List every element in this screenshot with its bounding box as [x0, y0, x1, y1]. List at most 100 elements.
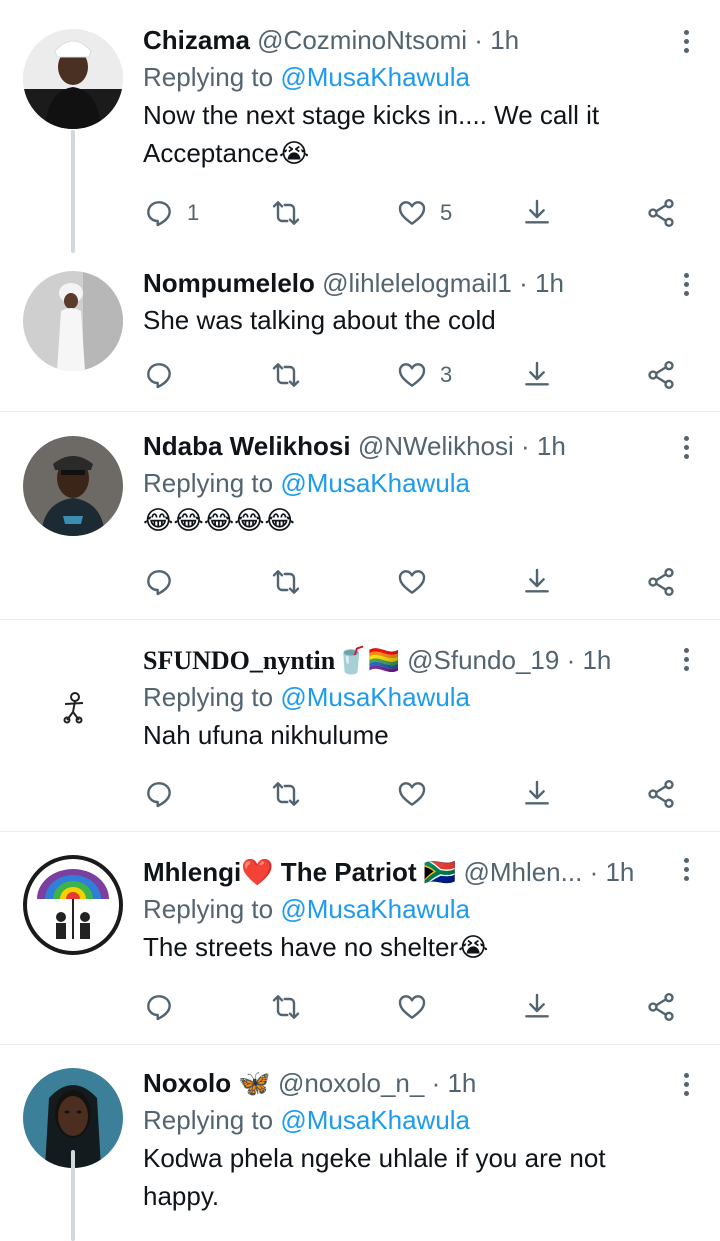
- retweet-icon: [272, 570, 300, 594]
- reply-count: 1: [187, 200, 200, 225]
- tweet-text: Kodwa phela ngeke uhlale if you are not …: [143, 1143, 606, 1211]
- like-button[interactable]: 5: [396, 193, 452, 233]
- more-options-icon[interactable]: [682, 269, 690, 300]
- tweet-2[interactable]: Nompumelelo @lihlelelogmail1 · 1h She wa…: [0, 253, 720, 412]
- reply-button[interactable]: [143, 774, 175, 814]
- display-name[interactable]: Noxolo 🦋: [143, 1068, 271, 1098]
- save-button[interactable]: [521, 987, 553, 1027]
- more-options-icon[interactable]: [682, 1069, 690, 1100]
- save-button[interactable]: [521, 355, 553, 395]
- mention-link[interactable]: @MusaKhawula: [280, 894, 470, 924]
- display-name[interactable]: Nompumelelo: [143, 268, 315, 298]
- retweet-button[interactable]: [270, 987, 302, 1027]
- mention-link[interactable]: @MusaKhawula: [280, 1105, 470, 1135]
- tweet-1[interactable]: Chizama @CozminoNtsomi · 1h Replying to …: [0, 0, 720, 253]
- reply-button[interactable]: [143, 355, 175, 395]
- tweet-3[interactable]: Ndaba Welikhosi @NWelikhosi · 1h Replyin…: [0, 412, 720, 620]
- reply-icon: [147, 201, 171, 227]
- replying-to: Replying to @MusaKhawula: [143, 894, 471, 924]
- username[interactable]: @Sfundo_19: [407, 645, 559, 675]
- tweet-5[interactable]: Mhlengi❤️ The Patriot 🇿🇦 @Mhlen... · 1h …: [0, 832, 720, 1045]
- timestamp[interactable]: 1h: [582, 645, 611, 675]
- avatar[interactable]: [23, 29, 123, 129]
- more-options-icon[interactable]: [682, 854, 690, 885]
- retweet-icon: [272, 363, 300, 387]
- avatar[interactable]: [23, 436, 123, 536]
- reply-button[interactable]: [143, 987, 175, 1027]
- heart-icon: [398, 782, 426, 806]
- avatar[interactable]: [23, 271, 123, 371]
- timestamp[interactable]: 1h: [447, 1068, 476, 1098]
- tweet-4[interactable]: SFUNDO_nyntin🥤🏳️‍🌈 @Sfundo_19 · 1h Reply…: [0, 620, 720, 832]
- tweet-text: Now the next stage kicks in.... We call …: [143, 100, 600, 168]
- save-button[interactable]: [521, 562, 553, 602]
- retweet-icon: [272, 995, 300, 1019]
- like-button[interactable]: 3: [396, 355, 452, 395]
- retweet-button[interactable]: [270, 774, 302, 814]
- replying-to: Replying to @MusaKhawula: [143, 62, 471, 92]
- share-button[interactable]: [645, 774, 677, 814]
- download-icon: [525, 199, 549, 224]
- replying-to: Replying to @MusaKhawula: [143, 1105, 471, 1135]
- share-button[interactable]: [645, 562, 677, 602]
- like-button[interactable]: [396, 774, 428, 814]
- retweet-icon: [272, 201, 300, 225]
- tweet-text: 😂😂😂😂😂: [143, 506, 295, 536]
- more-options-icon[interactable]: [682, 26, 690, 57]
- username[interactable]: @NWelikhosi: [358, 431, 514, 461]
- mention-link[interactable]: @MusaKhawula: [280, 682, 470, 712]
- username[interactable]: @CozminoNtsomi: [257, 25, 467, 55]
- mention-link[interactable]: @MusaKhawula: [280, 62, 470, 92]
- timestamp[interactable]: 1h: [490, 25, 519, 55]
- share-icon: [648, 199, 674, 227]
- save-button[interactable]: [521, 193, 553, 233]
- like-count: 5: [440, 200, 453, 225]
- like-count: 3: [440, 362, 453, 387]
- save-button[interactable]: [521, 774, 553, 814]
- thread-line: [71, 130, 75, 253]
- username[interactable]: @noxolo_n_: [278, 1068, 424, 1098]
- retweet-button[interactable]: [270, 193, 302, 233]
- retweet-icon: [272, 782, 300, 806]
- timestamp[interactable]: 1h: [535, 268, 564, 298]
- share-icon: [648, 568, 674, 596]
- avatar[interactable]: [23, 855, 123, 955]
- reply-icon: [147, 570, 171, 596]
- like-button[interactable]: [396, 987, 428, 1027]
- tweet-text: The streets have no shelter😭: [143, 932, 489, 962]
- reply-button[interactable]: [143, 562, 175, 602]
- retweet-button[interactable]: [270, 355, 302, 395]
- heart-icon: [398, 995, 426, 1019]
- reply-icon: [147, 782, 171, 808]
- display-name[interactable]: SFUNDO_nyntin🥤🏳️‍🌈: [143, 646, 400, 675]
- timestamp[interactable]: 1h: [537, 431, 566, 461]
- share-button[interactable]: [645, 987, 677, 1027]
- share-icon: [648, 780, 674, 808]
- retweet-button[interactable]: [270, 562, 302, 602]
- reply-icon: [147, 363, 171, 389]
- tweet-text: Nah ufuna nikhulume: [143, 720, 389, 750]
- heart-icon: [398, 570, 426, 594]
- tweet-text: She was talking about the cold: [143, 305, 496, 335]
- reply-button[interactable]: 1: [143, 193, 199, 233]
- display-name[interactable]: Ndaba Welikhosi: [143, 431, 351, 461]
- share-button[interactable]: [645, 355, 677, 395]
- avatar[interactable]: [23, 640, 123, 740]
- mention-link[interactable]: @MusaKhawula: [280, 468, 470, 498]
- username[interactable]: @lihlelelogmail1: [322, 268, 512, 298]
- tweet-6[interactable]: Noxolo 🦋 @noxolo_n_ · 1h Replying to @Mu…: [0, 1045, 720, 1241]
- reply-icon: [147, 995, 171, 1021]
- display-name[interactable]: Mhlengi❤️ The Patriot 🇿🇦: [143, 857, 456, 887]
- like-button[interactable]: [396, 562, 428, 602]
- replying-to: Replying to @MusaKhawula: [143, 682, 471, 712]
- username[interactable]: @Mhlen...: [463, 857, 582, 887]
- heart-icon: [398, 363, 426, 387]
- share-button[interactable]: [645, 193, 677, 233]
- replying-to: Replying to @MusaKhawula: [143, 468, 471, 498]
- download-icon: [525, 568, 549, 593]
- more-options-icon[interactable]: [682, 644, 690, 675]
- display-name[interactable]: Chizama: [143, 25, 250, 55]
- timestamp[interactable]: 1h: [605, 857, 634, 887]
- more-options-icon[interactable]: [682, 432, 690, 463]
- download-icon: [525, 993, 549, 1018]
